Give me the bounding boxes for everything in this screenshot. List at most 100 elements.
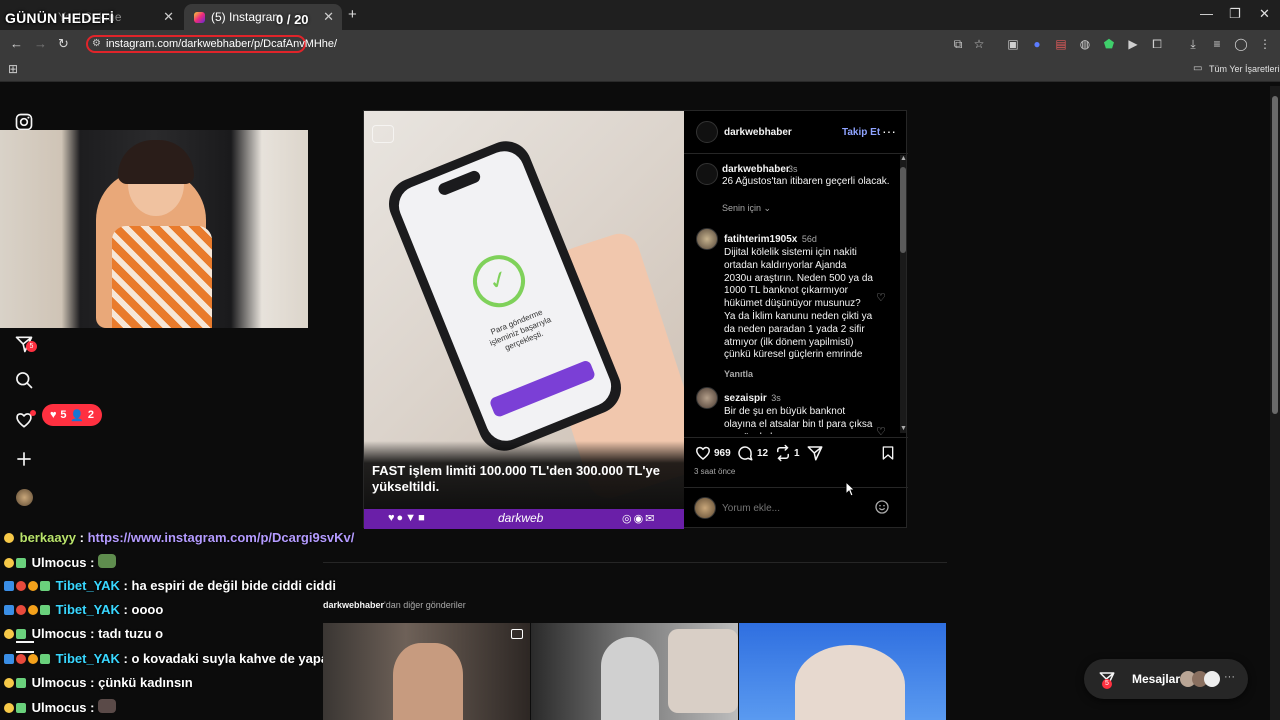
follow-button[interactable]: Takip Et [842,127,880,138]
author-username[interactable]: darkwebhaber [724,127,792,138]
shield-icon[interactable]: ⬟ [1102,37,1116,51]
caption-avatar[interactable] [696,163,718,185]
like-count[interactable]: 969 [714,448,731,459]
social-icons-left: ♥●▼■ [388,512,427,524]
comments-scrollbar-thumb[interactable] [900,167,906,253]
instagram-favicon-icon [194,11,205,23]
scroll-down-arrow-icon[interactable]: ▼ [900,425,907,432]
flame-badge-icon [16,654,26,664]
sort-dropdown[interactable]: Senin için ⌄ [722,203,771,214]
success-check-icon: ✓ [465,247,533,316]
more-options-icon[interactable]: ··· [882,123,896,139]
reel-icon [511,629,523,639]
tab-instagram[interactable]: (5) Instagram ✕ [184,4,342,30]
more-post-thumbnail[interactable] [531,623,738,720]
notification-pill[interactable]: ♥ 5 👤 2 [42,404,102,426]
extension-icon[interactable]: ● [1030,37,1044,51]
repost-icon[interactable] [774,444,792,462]
messages-badge: 5 [1102,679,1112,689]
chat-nick: Ulmocus [31,675,87,690]
moon-badge-icon [4,558,14,568]
post-image[interactable]: ✓ Para gönderme işleminiz başarıyla gerç… [364,111,684,529]
more-posts-username[interactable]: darkwebhaber [323,600,384,610]
moon-badge-icon [4,629,14,639]
author-avatar[interactable] [696,121,718,143]
download-icon[interactable]: ⤓ [1186,37,1200,51]
chat-text: ha espiri de değil bide ciddi ciddi [131,578,336,593]
repost-count: 1 [794,448,800,459]
comment: sezaispir 3s Bir de şu en büyük banknot … [724,388,874,434]
message-avatar [1204,671,1220,687]
like-heart-icon[interactable] [694,444,712,462]
emoji-icon[interactable] [874,499,890,515]
reload-icon[interactable]: ↻ [58,36,69,52]
warning-badge-icon [28,605,38,615]
comment-input[interactable] [722,501,862,515]
messages-button[interactable]: 5 Mesajlar ··· [1084,659,1248,699]
stream-goal-counter: 0 / 20 [276,12,309,27]
likes-heart-icon: ♥ [49,409,57,421]
mouse-cursor-icon [845,481,855,497]
moon-badge-icon [4,533,14,543]
header-divider [684,153,908,154]
more-menu-icon[interactable] [16,641,34,653]
site-info-icon[interactable]: ⚙ [92,38,101,49]
phone-screen: ✓ Para gönderme işleminiz başarıyla gerç… [392,145,618,447]
extension-icon[interactable]: ▣ [1006,37,1020,51]
close-window-icon[interactable]: ✕ [1259,6,1270,22]
new-tab-button[interactable]: + [348,6,357,23]
save-bookmark-icon[interactable] [880,444,896,462]
chat-line: Ulmocus : tadı tuzu o [4,626,163,641]
caption-username[interactable]: darkwebhaber [722,164,790,175]
sub-badge-icon [40,605,50,615]
post-headline: FAST işlem limiti 100.000 TL'den 300.000… [372,463,660,494]
install-app-icon[interactable]: ⧉ [951,37,965,51]
profile-avatar[interactable] [16,489,33,506]
emote-icon [98,699,117,713]
close-icon[interactable]: ✕ [163,9,174,25]
reply-button[interactable]: Yanıtla [724,369,874,379]
instagram-logo-icon[interactable] [14,112,34,132]
extension-icon[interactable]: ◍ [1078,37,1092,51]
comment-username[interactable]: sezaispir [724,393,767,404]
back-icon[interactable]: ← [10,36,23,51]
input-divider [684,487,908,488]
restore-icon[interactable]: ❐ [1229,6,1241,22]
extension-icon[interactable]: ▤ [1054,37,1068,51]
play-icon[interactable]: ▶ [1126,37,1140,51]
comment-avatar[interactable] [696,387,718,409]
minimize-icon[interactable]: — [1200,6,1213,21]
search-icon[interactable] [14,370,34,390]
chat-text[interactable]: https://www.instagram.com/p/Dcargi9svKv/ [88,530,355,545]
forward-icon[interactable]: → [34,36,47,51]
close-icon[interactable]: ✕ [323,9,334,25]
scroll-up-arrow-icon[interactable]: ▲ [900,155,907,162]
apps-grid-icon[interactable]: ⊞ [8,62,18,76]
share-send-icon[interactable] [806,444,824,462]
chat-nick: Ulmocus [31,700,87,715]
media-icon[interactable]: ≡ [1210,37,1224,51]
bookmark-star-icon[interactable]: ☆ [972,37,986,51]
menu-dots-icon[interactable]: ⋮ [1258,37,1272,51]
comment-time: 3s [771,393,781,403]
comment-like-icon[interactable]: ♡ [876,291,886,304]
url-input[interactable]: ⚙ instagram.com/darkwebhaber/p/DcafAnvMH… [86,35,337,53]
thumbnail-face [795,645,905,720]
create-plus-icon[interactable] [14,449,34,469]
comment-avatar[interactable] [696,228,718,250]
comment-username[interactable]: fatihterim1905x [724,234,797,245]
chat-line: Ulmocus : [4,554,118,570]
post-sidebar: darkwebhaber Takip Et ··· darkwebhaber 3… [684,111,908,529]
more-post-thumbnail[interactable] [323,623,530,720]
page-scrollbar-thumb[interactable] [1272,96,1278,414]
more-post-thumbnail[interactable] [739,623,946,720]
comment-bubble-icon[interactable] [736,444,754,462]
all-bookmarks-link[interactable]: Tüm Yer İşaretleri [1209,64,1280,74]
chat-line: Ulmocus : çünkü kadınsın [4,675,193,690]
browser-tab-strip: Yeni Sekme ✕ (5) Instagram ✕ + — ❐ ✕ [0,0,1280,30]
bookmarks-bar: ⊞ ▭ Tüm Yer İşaretleri [0,58,1280,82]
warning-badge-icon [28,581,38,591]
profile-icon[interactable]: ◯ [1234,37,1248,51]
chat-nick: Ulmocus [31,555,87,570]
puzzle-icon[interactable]: ⧠ [1150,37,1164,51]
